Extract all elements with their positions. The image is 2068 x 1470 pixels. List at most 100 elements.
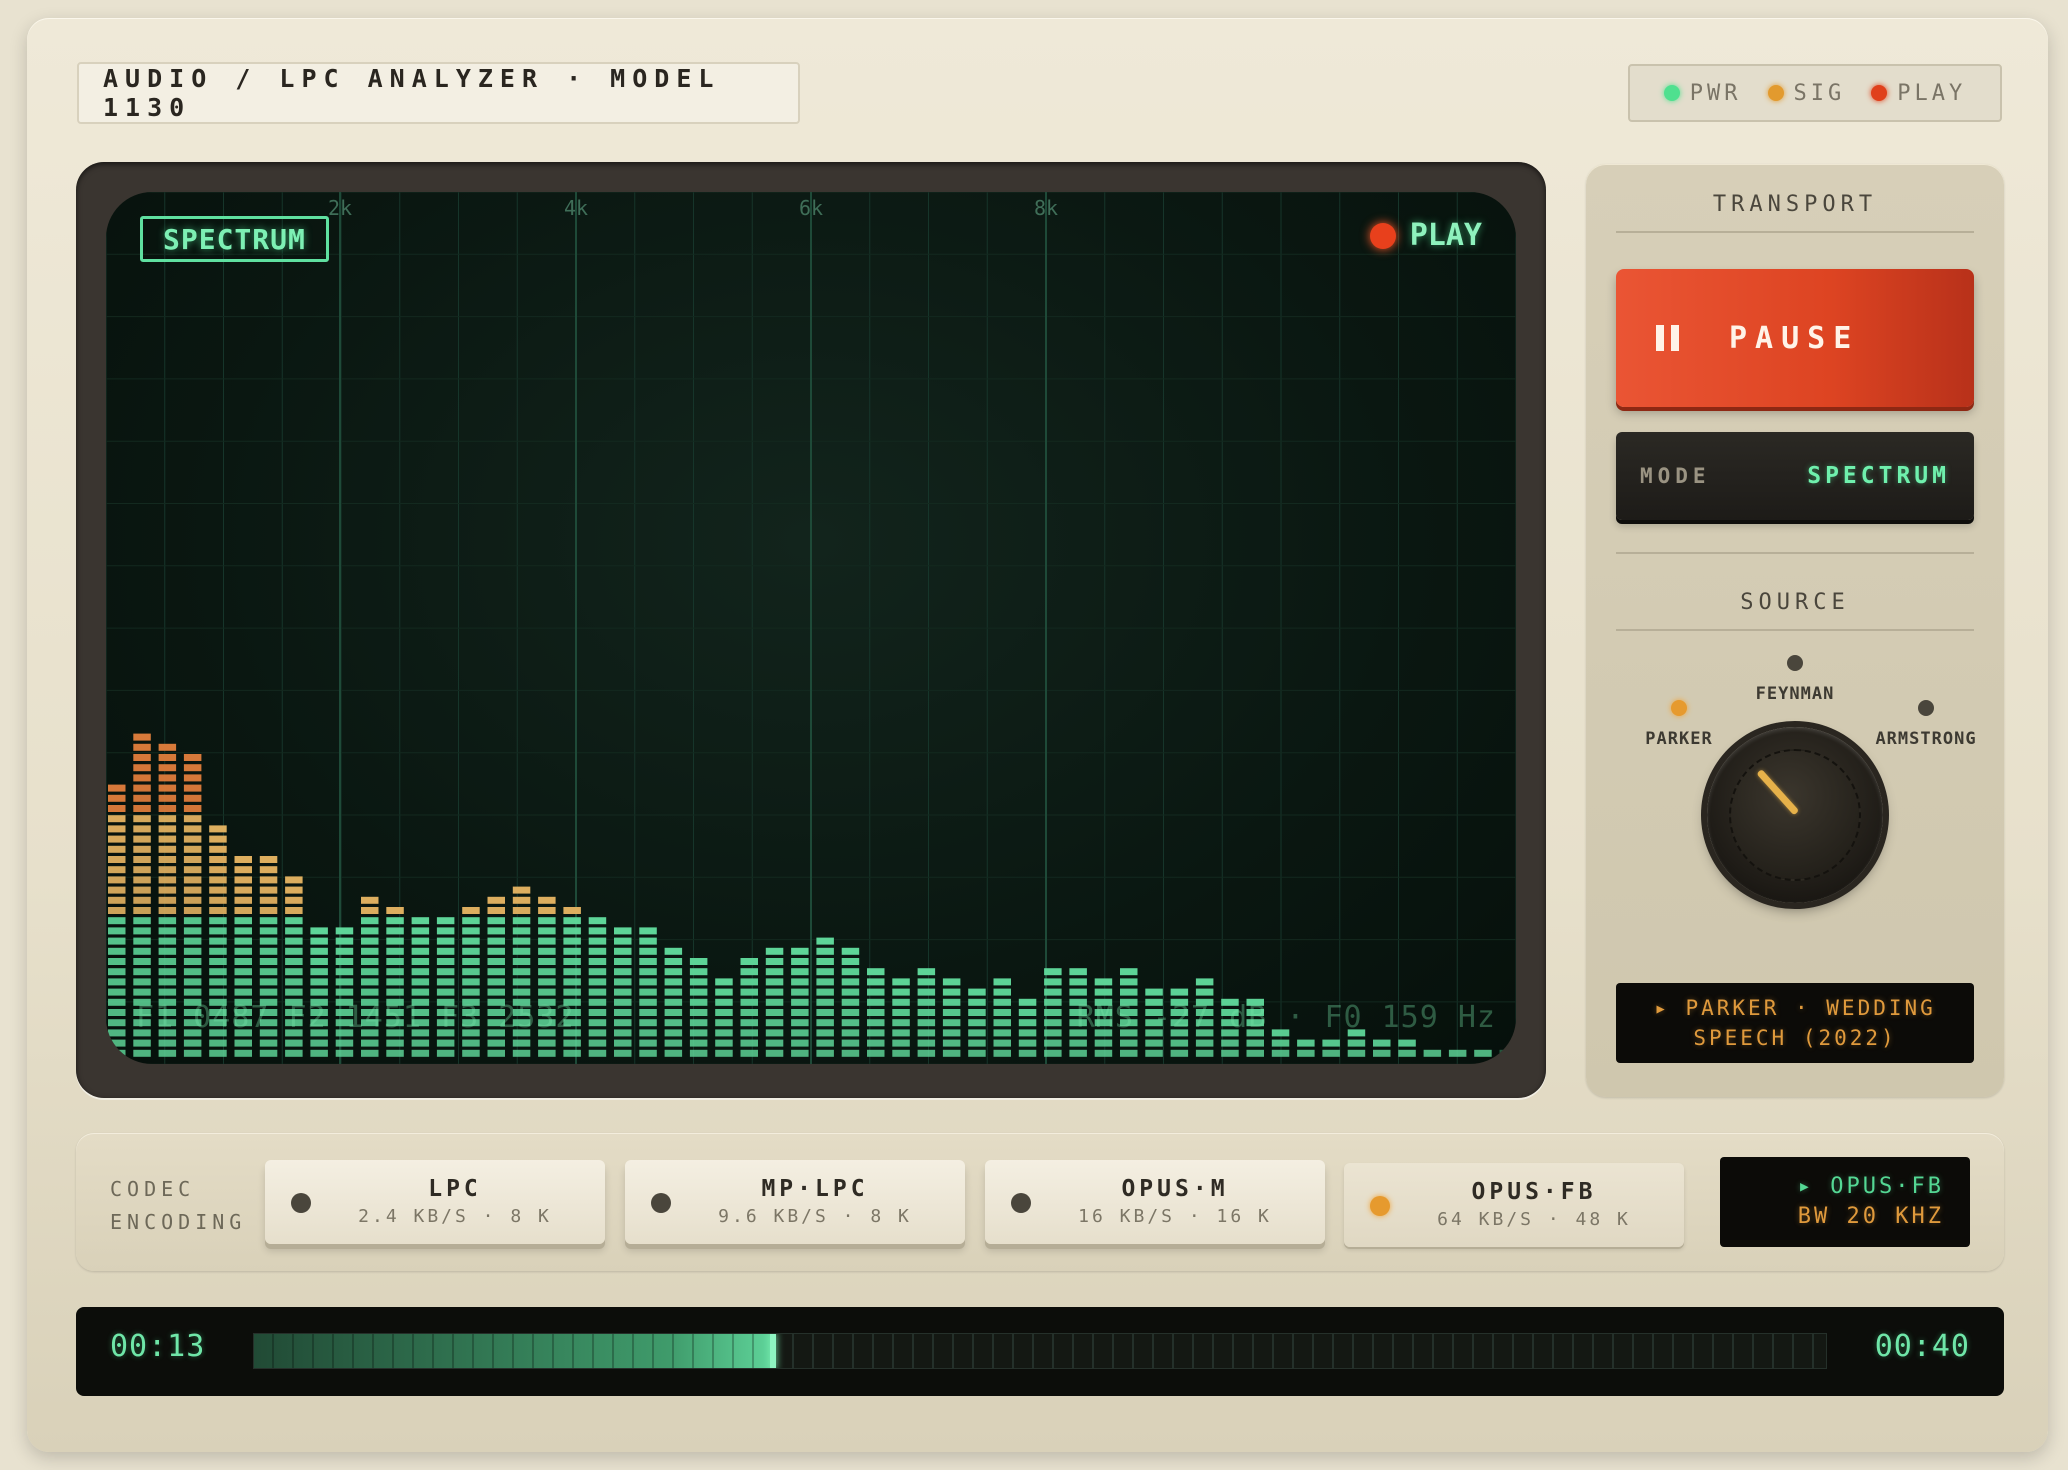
- spectrum-segment: [487, 978, 505, 986]
- spectrum-segment: [538, 968, 556, 976]
- spectrum-segment: [614, 1039, 632, 1047]
- spectrum-segment: [335, 968, 354, 976]
- spectrum-segment: [310, 1039, 328, 1047]
- seek-handle[interactable]: [770, 1334, 777, 1368]
- spectrum-segment: [108, 907, 126, 914]
- source-display-line2: SPEECH (2022): [1693, 1026, 1897, 1050]
- spectrum-segment: [942, 978, 961, 986]
- spectrum-segment: [968, 1009, 986, 1016]
- spectrum-segment: [310, 958, 328, 965]
- spectrum-segment: [335, 1049, 354, 1057]
- spectrum-segment: [639, 937, 657, 945]
- freq-tick-4k: 4k: [563, 196, 589, 220]
- spectrum-segment: [183, 825, 202, 833]
- status-pwr-label: PWR: [1689, 80, 1742, 106]
- spectrum-segment: [892, 1029, 910, 1037]
- spectrum-segment: [1145, 988, 1163, 996]
- spectrum-segment: [765, 1029, 784, 1037]
- spectrum-segment: [133, 876, 151, 884]
- spectrum-segment: [436, 958, 455, 965]
- spectrum-segment: [1145, 1049, 1163, 1057]
- spectrum-segment: [588, 1009, 607, 1016]
- codec-button-mp-lpc[interactable]: MP·LPC 9.6 KB/S · 8 K: [625, 1160, 965, 1244]
- spectrum-segment: [563, 927, 581, 935]
- spectrum-segment: [386, 907, 404, 914]
- spectrum-segment: [740, 1039, 758, 1047]
- spectrum-segment: [588, 947, 607, 955]
- codec-button-opus-fb[interactable]: OPUS·FB 64 KB/S · 48 K: [1344, 1163, 1684, 1247]
- spectrum-segment: [133, 856, 151, 863]
- spectrum-segment: [487, 937, 505, 945]
- status-sig: SIG: [1767, 81, 1846, 106]
- spectrum-segment: [1120, 1049, 1138, 1057]
- spectrum-segment: [1044, 988, 1062, 996]
- spectrum-segment: [765, 988, 784, 996]
- spectrum-segment: [1044, 968, 1062, 976]
- spectrum-segment: [436, 927, 455, 935]
- spectrum-segment: [664, 947, 683, 955]
- spectrum-segment: [791, 978, 809, 986]
- spectrum-segment: [411, 968, 430, 976]
- spectrum-segment: [1044, 998, 1062, 1006]
- codec-button-opus-m[interactable]: OPUS·M 16 KB/S · 16 K: [985, 1160, 1325, 1244]
- spectrum-segment: [1398, 1049, 1416, 1057]
- knob-face: [1729, 749, 1861, 881]
- spectrum-segment: [158, 774, 177, 782]
- spectrum-segment: [740, 1009, 758, 1016]
- spectrum-segment: [867, 1049, 885, 1057]
- spectrum-segment: [487, 968, 505, 976]
- codec-name: LPC: [428, 1176, 482, 1202]
- source-knob[interactable]: [1707, 727, 1883, 903]
- spectrum-bar: [740, 958, 758, 1057]
- status-play: PLAY: [1871, 81, 1966, 106]
- status-play-label: PLAY: [1897, 80, 1967, 106]
- mode-button[interactable]: MODE SPECTRUM: [1616, 432, 1974, 520]
- mode-value: SPECTRUM: [1807, 463, 1950, 489]
- spectrum-segment: [791, 968, 809, 976]
- spectrum-segment: [512, 988, 531, 996]
- spectrum-segment: [614, 978, 632, 986]
- codec-rate: 2.4 KB/S · 8 K: [358, 1206, 552, 1227]
- source-option-armstrong[interactable]: ARMSTRONG: [1875, 729, 1976, 749]
- spectrum-segment: [209, 988, 227, 996]
- spectrum-segment: [158, 764, 177, 772]
- source-option-feynman[interactable]: FEYNMAN: [1756, 684, 1835, 704]
- spectrum-segment: [108, 1009, 126, 1016]
- spectrum-segment: [158, 947, 177, 955]
- spectrum-segment: [841, 978, 860, 986]
- spectrum-segment: [285, 958, 303, 965]
- seek-bar[interactable]: [253, 1333, 1827, 1369]
- spectrum-segment: [361, 917, 379, 925]
- spectrum-segment: [108, 825, 126, 833]
- spectrum-segment: [411, 978, 430, 986]
- codec-button-lpc[interactable]: LPC 2.4 KB/S · 8 K: [265, 1160, 605, 1244]
- spectrum-segment: [108, 998, 126, 1006]
- spectrum-segment: [740, 1049, 758, 1057]
- spectrum-segment: [614, 998, 632, 1006]
- spectrum-segment: [183, 937, 202, 945]
- pause-button[interactable]: PAUSE: [1616, 269, 1974, 407]
- spectrum-segment: [183, 876, 202, 884]
- spectrum-segment: [285, 886, 303, 894]
- spectrum-bar: [1044, 968, 1062, 1057]
- spectrum-bar: [664, 947, 683, 1057]
- spectrum-bar: [791, 947, 809, 1057]
- spectrum-segment: [563, 907, 581, 914]
- codec-name: OPUS·FB: [1471, 1179, 1597, 1205]
- spectrum-segment: [968, 988, 986, 996]
- spectrum-segment: [639, 1029, 657, 1037]
- spectrum-segment: [1246, 1049, 1264, 1057]
- spectrum-segment: [158, 805, 177, 812]
- spectrum-segment: [133, 907, 151, 914]
- source-option-parker[interactable]: PARKER: [1645, 729, 1712, 749]
- spectrum-segment: [563, 917, 581, 925]
- formant-readout: F1 0487 F2 1451 F3 2532: [136, 1000, 575, 1035]
- spectrum-segment: [335, 937, 354, 945]
- spectrum-segment: [259, 958, 278, 965]
- spectrum-segment: [462, 988, 480, 996]
- spectrum-segment: [386, 1049, 404, 1057]
- spectrum-segment: [765, 1009, 784, 1016]
- spectrum-segment: [411, 1039, 430, 1047]
- spectrum-segment: [664, 978, 683, 986]
- spectrum-segment: [183, 764, 202, 772]
